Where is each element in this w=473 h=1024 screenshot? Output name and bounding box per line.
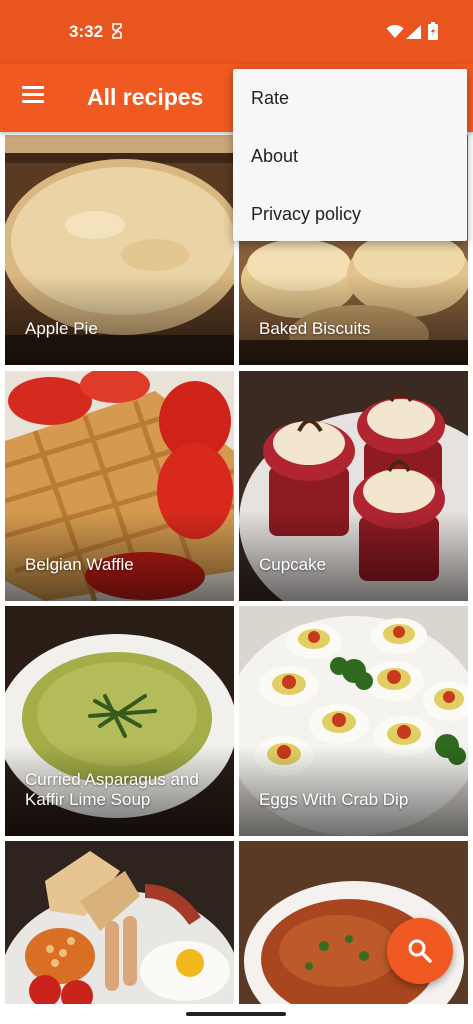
cell-signal-icon xyxy=(406,25,421,39)
recipe-card[interactable]: Eggs With Crab Dip xyxy=(239,606,468,836)
overflow-menu: Rate About Privacy policy xyxy=(233,69,467,241)
page-title: All recipes xyxy=(87,84,204,110)
hamburger-menu-icon[interactable] xyxy=(22,86,46,110)
search-icon xyxy=(408,939,432,963)
recipe-card[interactable]: Curried Asparagus and Kaffir Lime Soup xyxy=(5,606,234,836)
recipe-title: Apple Pie xyxy=(25,319,98,338)
recipe-grid: Apple Pie Baked Biscuits Belgian Waffle … xyxy=(0,132,473,1013)
recipe-title: Eggs With Crab Dip xyxy=(259,790,409,809)
recipe-title: Belgian Waffle xyxy=(25,555,134,574)
recipe-card[interactable] xyxy=(5,841,234,1013)
menu-item-privacy-policy[interactable]: Privacy policy xyxy=(251,204,361,225)
recipe-photo xyxy=(5,841,234,1013)
menu-item-rate[interactable]: Rate xyxy=(251,88,289,109)
recipe-card[interactable]: Apple Pie xyxy=(5,135,234,365)
recipe-card[interactable]: Belgian Waffle xyxy=(5,371,234,601)
recipe-title: Curried Asparagus and Kaffir Lime Soup xyxy=(25,770,199,809)
home-gesture-handle[interactable] xyxy=(186,1012,286,1016)
battery-icon xyxy=(428,22,438,40)
recipe-title: Cupcake xyxy=(259,555,327,574)
search-button[interactable] xyxy=(387,918,453,984)
status-time: 3:32 xyxy=(69,22,104,41)
recipe-title: Baked Biscuits xyxy=(259,319,371,338)
status-bar: 3:32 xyxy=(0,0,473,64)
menu-item-about[interactable]: About xyxy=(251,146,298,167)
recipe-card[interactable]: Cupcake xyxy=(239,371,468,601)
notification-icon xyxy=(112,23,122,39)
navigation-bar xyxy=(0,1004,473,1024)
wifi-icon xyxy=(386,25,404,38)
